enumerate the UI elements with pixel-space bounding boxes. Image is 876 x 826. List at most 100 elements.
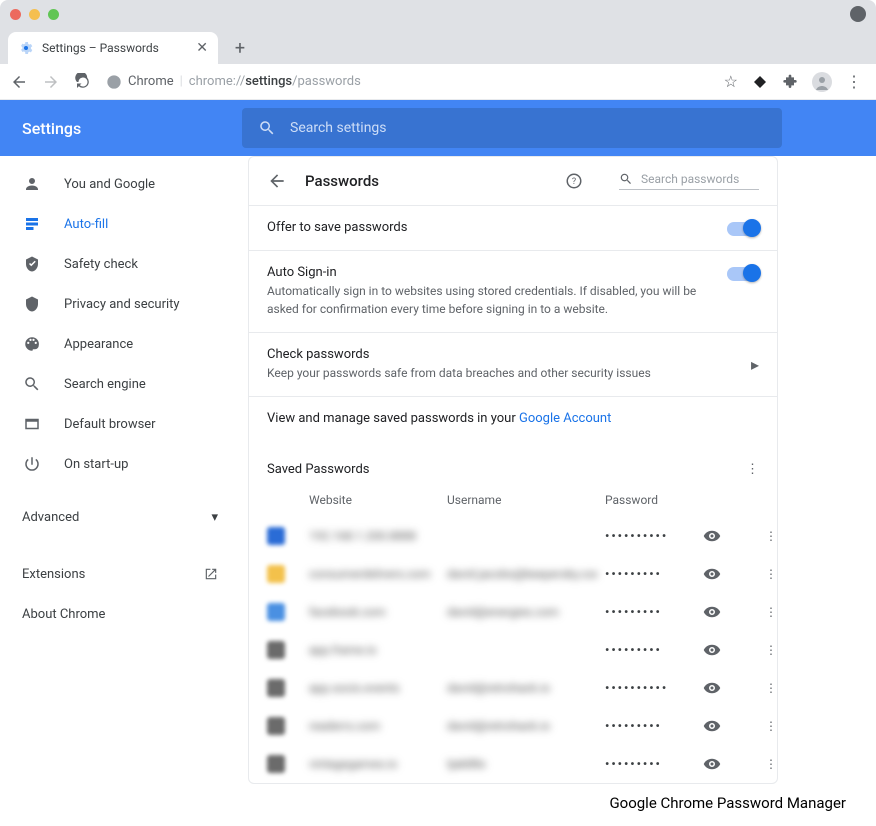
passwords-card: Passwords ? Search passwords Offer to sa… — [248, 156, 778, 784]
search-passwords-input[interactable]: Search passwords — [619, 172, 759, 190]
help-icon[interactable]: ? — [565, 172, 583, 190]
window-icon — [22, 415, 42, 433]
card-header: Passwords ? Search passwords — [249, 157, 777, 205]
window-titlebar — [0, 0, 876, 28]
favicon — [267, 679, 285, 697]
main-content: Passwords ? Search passwords Offer to sa… — [240, 156, 876, 816]
new-tab-button[interactable]: + — [226, 34, 254, 62]
close-window-button[interactable] — [10, 9, 21, 20]
sidebar-item-you-and-google[interactable]: You and Google — [0, 164, 240, 204]
more-icon[interactable]: ⋮ — [751, 567, 791, 581]
chevron-down-icon: ▾ — [211, 510, 218, 525]
sidebar-item-label: On start-up — [64, 457, 128, 472]
browser-tab[interactable]: Settings – Passwords ✕ — [8, 32, 218, 64]
search-settings-input[interactable]: Search settings — [242, 108, 782, 148]
tab-title: Settings – Passwords — [42, 41, 159, 55]
url-prefix: Chrome — [128, 74, 174, 89]
back-arrow-icon[interactable] — [267, 171, 287, 191]
sidebar-item-default-browser[interactable]: Default browser — [0, 404, 240, 444]
settings-header: Settings Search settings — [0, 100, 876, 156]
offer-save-row: Offer to save passwords — [249, 205, 777, 250]
password-mask: ••••••••• — [605, 643, 695, 657]
sidebar-item-appearance[interactable]: Appearance — [0, 324, 240, 364]
password-row[interactable]: app.socio.eventsdavid@retrohack.io••••••… — [249, 669, 777, 707]
chevron-right-icon: ▸ — [751, 355, 759, 374]
close-tab-icon[interactable]: ✕ — [196, 40, 208, 56]
password-row[interactable]: consumerdelivers.comdavid.jacobs@keepers… — [249, 555, 777, 593]
reload-button[interactable] — [74, 73, 92, 91]
favicon — [267, 755, 285, 773]
show-password-icon[interactable] — [703, 527, 743, 545]
password-mask: •••••••••• — [605, 529, 695, 543]
sidebar-item-label: Default browser — [64, 417, 156, 432]
address-bar[interactable]: Chrome | chrome://settings/passwords — [106, 74, 710, 90]
more-icon[interactable]: ⋮ — [751, 757, 791, 771]
show-password-icon[interactable] — [703, 679, 743, 697]
favicon — [267, 641, 285, 659]
autofill-icon — [22, 215, 42, 233]
favicon — [267, 527, 285, 545]
auto-signin-toggle[interactable] — [727, 267, 759, 281]
more-icon[interactable]: ⋮ — [751, 719, 791, 733]
show-password-icon[interactable] — [703, 565, 743, 583]
site-cell: app.socio.events — [309, 681, 439, 695]
sidebar-advanced[interactable]: Advanced ▾ — [0, 494, 240, 540]
shield-icon — [22, 295, 42, 313]
sidebar-item-search-engine[interactable]: Search engine — [0, 364, 240, 404]
sidebar-item-auto-fill[interactable]: Auto-fill — [0, 204, 240, 244]
check-passwords-row[interactable]: Check passwords Keep your passwords safe… — [249, 332, 777, 396]
google-account-link[interactable]: Google Account — [519, 411, 611, 426]
sidebar-item-on-start-up[interactable]: On start-up — [0, 444, 240, 484]
shield-check-icon — [22, 255, 42, 273]
show-password-icon[interactable] — [703, 603, 743, 621]
palette-icon — [22, 335, 42, 353]
page-title: Passwords — [305, 172, 379, 190]
external-link-icon — [204, 567, 218, 581]
maximize-window-button[interactable] — [48, 9, 59, 20]
password-row[interactable]: 192.168.1.200.8888••••••••••⋮ — [249, 517, 777, 555]
site-cell: app.frame.io — [309, 643, 439, 657]
person-icon — [22, 175, 42, 193]
forward-button[interactable] — [42, 73, 60, 91]
account-indicator-icon — [850, 6, 866, 22]
offer-save-toggle[interactable] — [727, 222, 759, 236]
site-cell: readerrs.com — [309, 719, 439, 733]
col-username: Username — [447, 493, 597, 507]
tab-strip: Settings – Passwords ✕ + — [0, 28, 876, 64]
more-vert-icon[interactable]: ⋮ — [746, 462, 759, 477]
extensions-icon[interactable] — [782, 74, 798, 90]
password-row[interactable]: readerrs.comdavid@retrohack.io•••••••••⋮ — [249, 707, 777, 745]
more-icon[interactable]: ⋮ — [751, 681, 791, 695]
more-icon[interactable]: ⋮ — [751, 605, 791, 619]
site-cell: vintagegames.io — [309, 757, 439, 771]
sidebar-extensions[interactable]: Extensions — [0, 554, 240, 594]
password-row[interactable]: facebook.comdavid@energies.com•••••••••⋮ — [249, 593, 777, 631]
username-cell: tjak88x — [447, 757, 597, 771]
password-row[interactable]: vintagegames.iotjak88x•••••••••⋮ — [249, 745, 777, 783]
favicon — [267, 565, 285, 583]
password-row[interactable]: app.frame.io•••••••••⋮ — [249, 631, 777, 669]
favicon — [267, 717, 285, 735]
username-cell: david.jacobs@keepersky.com — [447, 567, 597, 581]
power-icon — [22, 455, 42, 473]
profile-avatar-icon[interactable] — [812, 72, 832, 92]
menu-icon[interactable]: ⋮ — [846, 72, 862, 91]
auto-signin-row: Auto Sign-in Automatically sign in to we… — [249, 250, 777, 332]
back-button[interactable] — [10, 73, 28, 91]
offer-save-label: Offer to save passwords — [267, 220, 715, 235]
show-password-icon[interactable] — [703, 641, 743, 659]
show-password-icon[interactable] — [703, 717, 743, 735]
password-mask: ••••••••• — [605, 605, 695, 619]
sidebar-about[interactable]: About Chrome — [0, 594, 240, 634]
username-cell: david@retrohack.io — [447, 719, 597, 733]
sidebar-item-safety-check[interactable]: Safety check — [0, 244, 240, 284]
bookmark-icon[interactable]: ☆ — [724, 72, 738, 91]
extension-tag-icon[interactable] — [752, 74, 768, 90]
minimize-window-button[interactable] — [29, 9, 40, 20]
sidebar-item-privacy-and-security[interactable]: Privacy and security — [0, 284, 240, 324]
more-icon[interactable]: ⋮ — [751, 529, 791, 543]
show-password-icon[interactable] — [703, 755, 743, 773]
more-icon[interactable]: ⋮ — [751, 643, 791, 657]
toolbar: Chrome | chrome://settings/passwords ☆ ⋮ — [0, 64, 876, 100]
username-cell — [447, 643, 597, 657]
